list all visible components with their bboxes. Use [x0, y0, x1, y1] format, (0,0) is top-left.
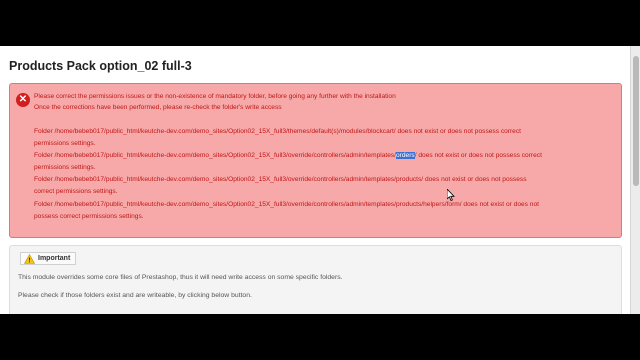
folder-error-1: Folder /home/bebeb017/public_html/keutch… [34, 128, 521, 135]
folder-error-4-cont: possess correct permissions settings. [34, 213, 144, 220]
module-page: Products Pack option_02 full-3 ✕ Please … [0, 46, 630, 314]
error-message-line-2: Once the corrections have been performed… [34, 104, 282, 111]
folder-error-3: Folder /home/bebeb017/public_html/keutch… [34, 176, 527, 183]
important-panel: Important This module overrides some cor… [9, 245, 622, 314]
important-text-2: Please check if those folders exist and … [18, 292, 252, 299]
error-message-line-1: Please correct the permissions issues or… [34, 93, 396, 100]
error-x-icon: ✕ [16, 93, 30, 107]
page-title: Products Pack option_02 full-3 [9, 59, 192, 73]
error-alert: ✕ Please correct the permissions issues … [9, 83, 622, 238]
folder-error-3-cont: correct permissions settings. [34, 188, 118, 195]
warning-icon [24, 253, 35, 264]
folder-error-2-path: Folder /home/bebeb017/public_html/keutch… [34, 152, 397, 159]
folder-error-2: Folder /home/bebeb017/public_html/keutch… [34, 152, 542, 160]
folder-error-4: Folder /home/bebeb017/public_html/keutch… [34, 201, 539, 208]
folder-error-2-cont: permissions settings. [34, 164, 96, 171]
letterbox-bottom [0, 314, 640, 360]
folder-error-1-cont: permissions settings. [34, 140, 96, 147]
folder-error-2-suffix: / does not exist or does not possess cor… [414, 152, 542, 159]
letterbox-top [0, 0, 640, 46]
important-text-1: This module overrides some core files of… [18, 274, 343, 281]
selected-text-orders[interactable]: orders [396, 152, 415, 159]
vertical-scrollbar[interactable] [630, 46, 640, 314]
important-header: Important [20, 252, 77, 265]
browser-viewport: Products Pack option_02 full-3 ✕ Please … [0, 46, 640, 314]
scrollbar-thumb[interactable] [633, 56, 639, 186]
important-title: Important [38, 255, 71, 262]
